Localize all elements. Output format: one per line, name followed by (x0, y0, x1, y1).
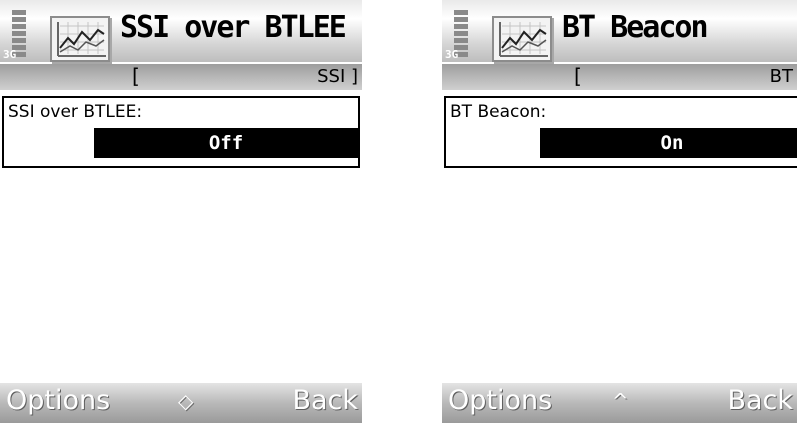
navigation-tab-bar[interactable]: [ BT (442, 64, 797, 90)
graph-app-icon (492, 16, 552, 62)
phone-screen-bt-beacon: 3G BT Beacon [ BT BT Beacon: On Options … (442, 0, 797, 423)
phone-screen-ssi: 3G SSI over BTLEE [ SSI ] SSI over BTLEE… (0, 0, 362, 423)
softkey-bar: Options ◇ Back (0, 383, 362, 423)
tab-bt[interactable]: BT (770, 66, 793, 87)
title-pane: 3G SSI over BTLEE (0, 0, 362, 62)
back-softkey[interactable]: Back (292, 385, 358, 416)
back-softkey[interactable]: Back (727, 385, 793, 416)
page-title: BT Beacon (562, 10, 709, 45)
setting-value-toggle[interactable]: Off (94, 128, 358, 158)
setting-item-bt-beacon[interactable]: BT Beacon: On (444, 96, 797, 168)
page-title: SSI over BTLEE (120, 10, 347, 45)
navi-bracket: [ (574, 64, 582, 88)
softkey-bar: Options ^ Back (442, 383, 797, 423)
setting-item-ssi-over-btlee[interactable]: SSI over BTLEE: Off (2, 96, 360, 168)
scroll-indicator-icon: ◇ (178, 389, 194, 413)
setting-label: BT Beacon: (450, 102, 547, 122)
graph-app-icon (50, 16, 110, 62)
setting-value-toggle[interactable]: On (540, 128, 797, 158)
scroll-up-indicator-icon: ^ (612, 389, 629, 413)
navi-bracket: [ (132, 64, 140, 88)
tab-ssi[interactable]: SSI ] (317, 66, 358, 87)
setting-label: SSI over BTLEE: (8, 102, 143, 122)
title-pane: 3G BT Beacon (442, 0, 797, 62)
options-softkey[interactable]: Options (6, 385, 110, 416)
network-type-label: 3G (3, 48, 17, 61)
options-softkey[interactable]: Options (448, 385, 552, 416)
network-type-label: 3G (445, 48, 459, 61)
navigation-tab-bar[interactable]: [ SSI ] (0, 64, 362, 90)
